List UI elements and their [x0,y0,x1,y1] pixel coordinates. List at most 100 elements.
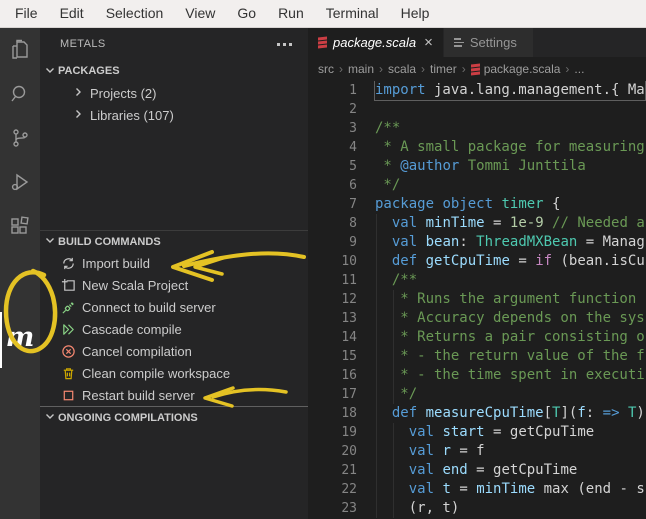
code-line[interactable]: 7package object timer { [308,195,646,214]
code-line[interactable]: 6 */ [308,176,646,195]
line-number: 16 [308,366,357,385]
code-line[interactable]: 21 val end = getCpuTime [308,461,646,480]
section-build-commands[interactable]: BUILD COMMANDS [40,230,308,252]
tab-label: package.scala [333,35,416,50]
breadcrumb-main[interactable]: main [348,62,374,76]
indent-guide [376,214,377,518]
menu-file[interactable]: File [4,0,49,27]
line-number: 10 [308,252,357,271]
cmd-restart-build-server[interactable]: Restart build server [40,384,308,406]
cmd-label: New Scala Project [82,278,188,293]
section-packages[interactable]: PACKAGES [40,60,308,82]
code-line[interactable]: 5 * @author Tommi Junttila [308,157,646,176]
line-number: 23 [308,499,357,518]
breadcrumb-src[interactable]: src [318,62,334,76]
code-line-text: val t = minTime max (end - s [375,480,645,499]
code-line[interactable]: 15 * - the return value of the f [308,347,646,366]
code-line[interactable]: 18 def measureCpuTime[T](f: => T) [308,404,646,423]
cmd-cancel-compilation[interactable]: Cancel compilation [40,340,308,362]
code-line[interactable]: 4 * A small package for measuring [308,138,646,157]
breadcrumb-separator: › [339,62,343,76]
line-number: 8 [308,214,357,233]
menu-help[interactable]: Help [390,0,441,27]
code-line[interactable]: 11 /** [308,271,646,290]
code-line[interactable]: 8 val minTime = 1e-9 // Needed a [308,214,646,233]
code-line-text: */ [375,176,400,195]
line-number: 6 [308,176,357,195]
tree-item-projects[interactable]: Projects (2) [40,82,308,104]
menu-terminal[interactable]: Terminal [315,0,390,27]
line-number: 4 [308,138,357,157]
cmd-cascade-compile[interactable]: Cascade compile [40,318,308,340]
chevron-down-icon [44,234,56,249]
code-line[interactable]: 19 val start = getCpuTime [308,423,646,442]
code-line-text: val start = getCpuTime [375,423,594,442]
code-line[interactable]: 22 val t = minTime max (end - s [308,480,646,499]
code-area[interactable]: 1import java.lang.management.{ Ma23/**4 … [308,81,646,519]
line-number: 3 [308,119,357,138]
indent-guide [393,423,394,518]
code-line[interactable]: 14 * Returns a pair consisting o [308,328,646,347]
breadcrumb-timer[interactable]: timer [430,62,457,76]
line-number: 17 [308,385,357,404]
menu-run[interactable]: Run [267,0,315,27]
extensions-icon[interactable] [0,204,40,248]
cmd-import-build[interactable]: Import build [40,252,308,274]
line-number: 1 [308,81,357,100]
code-line[interactable]: 10 def getCpuTime = if (bean.isCu [308,252,646,271]
cmd-clean-compile-workspace[interactable]: Clean compile workspace [40,362,308,384]
menu-view[interactable]: View [174,0,226,27]
close-tab-icon[interactable]: × [424,34,433,51]
code-line[interactable]: 23 (r, t) [308,499,646,518]
code-line[interactable]: 17 */ [308,385,646,404]
cmd-new-scala-project[interactable]: New Scala Project [40,274,308,296]
code-line[interactable]: 3/** [308,119,646,138]
run-and-debug-icon[interactable] [0,160,40,204]
code-line-text: * Runs the argument function [375,290,636,309]
code-line[interactable]: 12 * Runs the argument function [308,290,646,309]
settings-sliders-icon [454,38,464,47]
section-ongoing-compilations[interactable]: ONGOING COMPILATIONS [40,406,308,428]
cmd-connect-to-build-server[interactable]: Connect to build server [40,296,308,318]
tab-label: Settings [470,35,517,50]
code-line-text: * A small package for measuring [375,138,645,157]
breadcrumb-symbol[interactable]: ... [574,62,584,76]
search-icon[interactable] [0,72,40,116]
chevron-down-icon [44,64,56,79]
breadcrumb-separator: › [462,62,466,76]
code-line[interactable]: 13 * Accuracy depends on the sys [308,309,646,328]
code-line-text: * - the return value of the f [375,347,645,366]
tab-settings[interactable]: Settings [444,28,533,57]
more-actions-icon[interactable] [273,39,296,50]
sidebar-title: METALS [60,38,273,50]
tree-item-label: Projects (2) [90,86,156,101]
explorer-icon[interactable] [0,28,40,72]
code-line[interactable]: 20 val r = f [308,442,646,461]
code-line[interactable]: 2 [308,100,646,119]
menu-selection[interactable]: Selection [95,0,175,27]
code-line-text: * Accuracy depends on the sys [375,309,645,328]
sync-icon [60,255,76,271]
editor-group: package.scala × Settings src › main › sc… [308,28,646,519]
code-line-text: * - the time spent in executi [375,366,645,385]
tree-item-libraries[interactable]: Libraries (107) [40,104,308,126]
tree-item-label: Libraries (107) [90,108,174,123]
breadcrumb-separator: › [565,62,569,76]
line-number: 5 [308,157,357,176]
line-number: 7 [308,195,357,214]
menu-go[interactable]: Go [226,0,267,27]
breadcrumb-scala[interactable]: scala [388,62,416,76]
line-number: 2 [308,100,357,119]
tab-package-scala[interactable]: package.scala × [308,28,443,57]
code-line[interactable]: 16 * - the time spent in executi [308,366,646,385]
source-control-icon[interactable] [0,116,40,160]
line-number: 12 [308,290,357,309]
line-number: 14 [308,328,357,347]
code-line[interactable]: 9 val bean: ThreadMXBean = Manag [308,233,646,252]
code-line[interactable]: 1import java.lang.management.{ Ma [308,81,646,100]
breadcrumb-file[interactable]: package.scala [484,62,561,76]
cmd-label: Connect to build server [82,300,216,315]
new-project-icon [60,277,76,293]
menu-edit[interactable]: Edit [49,0,95,27]
metals-extension-icon[interactable]: m [0,311,40,363]
